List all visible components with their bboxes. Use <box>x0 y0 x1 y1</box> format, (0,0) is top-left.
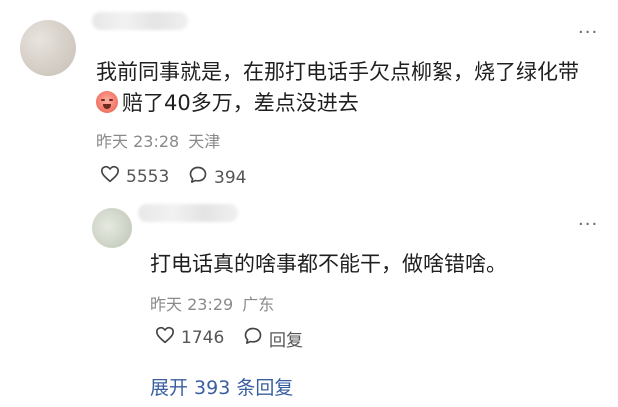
more-options-icon[interactable]: ··· <box>578 22 598 43</box>
reply-username-blurred[interactable] <box>138 204 238 222</box>
avatar[interactable] <box>20 20 76 76</box>
reply-reply-button[interactable]: 回复 <box>243 326 303 351</box>
username-blurred[interactable] <box>92 12 188 30</box>
reply-meta: 昨天 23:29 广东 <box>150 291 274 315</box>
reply-avatar[interactable] <box>92 208 132 248</box>
comment-location: 天津 <box>188 132 221 151</box>
reply-time: 昨天 23:29 <box>150 295 234 314</box>
speech-bubble-icon <box>243 326 263 351</box>
like-count: 5553 <box>126 166 170 187</box>
reply-location: 广东 <box>242 295 275 314</box>
reply-reply-label: 回复 <box>269 331 303 351</box>
comment-text-line1: 我前同事就是，在那打电话手欠点柳絮，烧了绿化带 <box>96 60 579 84</box>
reply-count: 394 <box>214 167 247 188</box>
reply-like-button[interactable]: 1746 <box>155 326 224 349</box>
comment-meta: 昨天 23:28 天津 <box>96 128 220 152</box>
speech-bubble-icon <box>188 165 208 190</box>
heart-icon <box>155 326 175 349</box>
reply-like-count: 1746 <box>181 327 225 348</box>
expand-replies-link[interactable]: 展开 393 条回复 <box>150 373 293 400</box>
angry-face-emoji-icon <box>96 91 118 113</box>
comment-text-line2: 赔了40多万，差点没进去 <box>122 91 359 115</box>
like-button[interactable]: 5553 <box>100 165 169 188</box>
reply-button[interactable]: 394 <box>188 165 246 190</box>
comment-text-line2-row: 赔了40多万，差点没进去 <box>96 89 596 117</box>
comment-text: 我前同事就是，在那打电话手欠点柳絮，烧了绿化带 赔了40多万，差点没进去 <box>96 58 596 117</box>
comment-time: 昨天 23:28 <box>96 132 180 151</box>
reply-more-options-icon[interactable]: ··· <box>578 214 598 235</box>
reply-text: 打电话真的啥事都不能干，做啥错啥。 <box>150 252 507 276</box>
heart-icon <box>100 165 120 188</box>
